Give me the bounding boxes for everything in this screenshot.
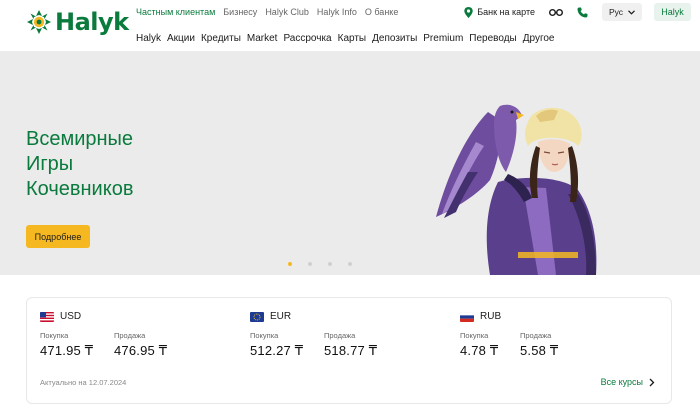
nav-other[interactable]: Другое [523, 33, 555, 45]
topnav-business[interactable]: Бизнесу [223, 6, 257, 18]
rate-rub: RUB Покупка Продажа 4.78 ₸ 5.58 ₸ [460, 311, 580, 359]
buy-value: 512.27 ₸ [250, 343, 304, 358]
buy-label: Покупка [460, 331, 489, 340]
nav-installments[interactable]: Рассрочка [283, 33, 331, 45]
sell-value: 476.95 ₸ [114, 343, 168, 358]
language-value: Рус [608, 7, 624, 17]
nav-promotions[interactable]: Акции [167, 33, 195, 45]
all-rates-link[interactable]: Все курсы [601, 377, 655, 387]
buy-label: Покупка [40, 331, 69, 340]
header-tools: Банк на карте Рус Halyk [464, 3, 700, 21]
sell-value: 518.77 ₸ [324, 343, 378, 358]
topnav-halyk-club[interactable]: Halyk Club [265, 6, 309, 18]
topnav-halyk-info[interactable]: Halyk Info [317, 6, 357, 18]
slider-dot-1[interactable] [288, 262, 292, 266]
slider-dot-4[interactable] [348, 262, 352, 266]
rates-updated-date: Актуально на 12.07.2024 [40, 378, 127, 387]
hero-banner: Всемирные Игры Кочевников Подробнее [0, 52, 700, 275]
sell-label: Продажа [114, 331, 146, 340]
hero-title-line-1: Всемирные [26, 128, 134, 150]
segment-nav: Частным клиентам Бизнесу Halyk Club Haly… [136, 6, 406, 18]
eu-flag-icon [250, 311, 264, 322]
sell-label: Продажа [324, 331, 356, 340]
nav-cards[interactable]: Карты [338, 33, 367, 45]
sell-label: Продажа [520, 331, 552, 340]
hero-title-line-3: Кочевников [26, 178, 134, 200]
buy-value: 4.78 ₸ [460, 343, 499, 358]
bank-on-map-link[interactable]: Банк на карте [464, 6, 535, 18]
halyk-logo[interactable]: Halyk [26, 9, 129, 35]
buy-value: 471.95 ₸ [40, 343, 94, 358]
bank-on-map-label: Банк на карте [477, 7, 535, 17]
currency-code: EUR [270, 311, 292, 322]
currency-code: RUB [480, 311, 502, 322]
nav-credits[interactable]: Кредиты [201, 33, 241, 45]
logo-text: Halyk [55, 8, 129, 36]
nomad-with-eagle-illustration [436, 104, 597, 275]
slider-dot-3[interactable] [328, 262, 332, 266]
currency-code: USD [60, 311, 82, 322]
halyk-logo-icon [27, 10, 51, 34]
nav-transfers[interactable]: Переводы [469, 33, 516, 45]
buy-label: Покупка [250, 331, 279, 340]
nav-premium[interactable]: Premium [423, 33, 463, 45]
phone-icon[interactable] [577, 7, 588, 18]
slider-dot-2[interactable] [308, 262, 312, 266]
nav-deposits[interactable]: Депозиты [372, 33, 417, 45]
language-select[interactable]: Рус [602, 3, 642, 21]
slider-dots [288, 262, 368, 266]
chevron-down-icon [628, 9, 635, 15]
hero-more-button[interactable]: Подробнее [26, 225, 90, 248]
all-rates-label: Все курсы [600, 377, 643, 387]
sell-value: 5.58 ₸ [520, 343, 559, 358]
nav-market[interactable]: Market [247, 33, 278, 45]
halyk-login-button[interactable]: Halyk [654, 3, 691, 21]
ru-flag-icon [460, 311, 474, 322]
header: Halyk Частным клиентам Бизнесу Halyk Clu… [0, 0, 700, 52]
glasses-icon[interactable] [549, 8, 563, 17]
main-nav: Halyk Акции Кредиты Market Рассрочка Кар… [136, 33, 561, 45]
map-pin-icon [464, 6, 473, 18]
us-flag-icon [40, 311, 54, 322]
rate-eur: EUR Покупка Продажа 512.27 ₸ 518.77 ₸ [250, 311, 398, 359]
topnav-private-clients[interactable]: Частным клиентам [136, 6, 215, 18]
chevron-right-icon [649, 378, 655, 386]
hero-title-line-2: Игры [26, 153, 74, 175]
nav-halyk[interactable]: Halyk [136, 33, 161, 45]
hero-title: Всемирные Игры Кочевников [26, 127, 206, 202]
rate-usd: USD Покупка Продажа 471.95 ₸ 476.95 ₸ [40, 311, 188, 359]
exchange-rates-card: USD Покупка Продажа 471.95 ₸ 476.95 ₸ EU… [26, 297, 672, 404]
topnav-about[interactable]: О банке [365, 6, 398, 18]
